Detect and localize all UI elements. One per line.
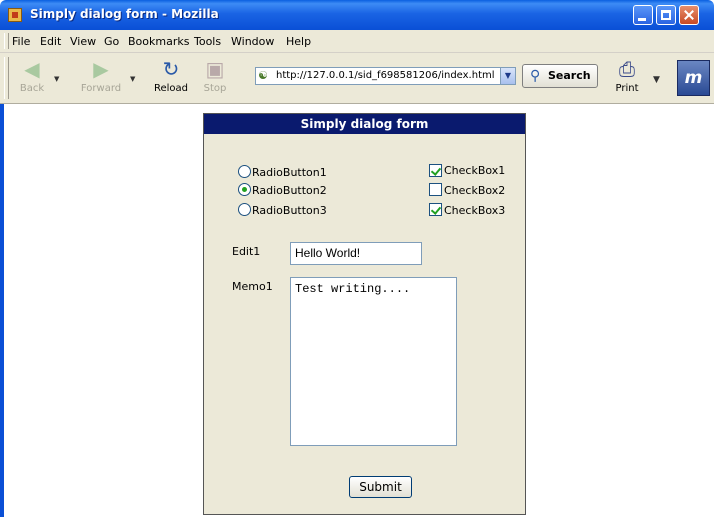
forward-dropdown-icon[interactable]: ▼ (130, 75, 135, 83)
forward-label: Forward (80, 83, 122, 94)
back-button[interactable]: ◀ Back (12, 55, 52, 101)
radio-label-2: RadioButton2 (252, 184, 327, 197)
stop-button[interactable]: ▣ Stop (198, 55, 232, 101)
toolbar-grip[interactable] (4, 57, 9, 99)
checkbox-1[interactable] (429, 164, 442, 177)
menu-tools[interactable]: Tools (194, 35, 221, 48)
stop-label: Stop (203, 83, 227, 94)
site-icon: ☯ (258, 69, 268, 82)
radio-button-1[interactable] (238, 165, 251, 178)
print-label: Print (615, 83, 639, 94)
print-dropdown-icon[interactable]: ▼ (653, 75, 660, 85)
checkbox-label-3: CheckBox3 (444, 204, 506, 217)
window-title: Simply dialog form - Mozilla (30, 7, 219, 21)
menu-file[interactable]: File (12, 35, 30, 48)
radio-button-2[interactable] (238, 183, 251, 196)
reload-button[interactable]: ↻ Reload (150, 55, 192, 101)
radio-label-3: RadioButton3 (252, 204, 327, 217)
dialog-form: Simply dialog form RadioButton1 RadioBut… (203, 113, 526, 515)
menu-grip[interactable] (4, 33, 9, 49)
url-dropdown-icon[interactable]: ▼ (500, 67, 516, 85)
search-button[interactable]: ⚲ Search (522, 64, 598, 88)
menu-edit[interactable]: Edit (40, 35, 61, 48)
checkbox-label-2: CheckBox2 (444, 184, 506, 197)
search-label: Search (548, 69, 591, 82)
menu-bookmarks[interactable]: Bookmarks (128, 35, 189, 48)
menu-help[interactable]: Help (286, 35, 311, 48)
window-left-border (0, 104, 4, 517)
navigation-toolbar: ◀ Back ▼ ▶ Forward ▼ ↻ Reload ▣ Stop ☯ h… (0, 53, 714, 104)
back-dropdown-icon[interactable]: ▼ (54, 75, 59, 83)
app-icon (8, 8, 22, 22)
maximize-button[interactable] (656, 5, 676, 25)
close-button[interactable] (679, 5, 699, 25)
edit1-label: Edit1 (232, 245, 261, 258)
search-icon: ⚲ (530, 68, 541, 84)
radio-button-3[interactable] (238, 203, 251, 216)
edit1-input[interactable]: Hello World! (290, 242, 422, 265)
back-label: Back (19, 83, 45, 94)
url-text: http://127.0.0.1/sid_f698581206/index.ht… (276, 70, 495, 81)
checkbox-3[interactable] (429, 203, 442, 216)
reload-label: Reload (153, 83, 189, 94)
print-button[interactable]: ⎙ Print (612, 55, 642, 101)
menu-window[interactable]: Window (231, 35, 274, 48)
forward-button[interactable]: ▶ Forward (74, 55, 128, 101)
form-title: Simply dialog form (204, 114, 525, 134)
printer-icon: ⎙ (619, 57, 635, 81)
forward-arrow-icon: ▶ (93, 57, 109, 81)
submit-button[interactable]: Submit (349, 476, 412, 498)
menu-go[interactable]: Go (104, 35, 119, 48)
checkbox-label-1: CheckBox1 (444, 164, 506, 177)
back-arrow-icon: ◀ (24, 57, 40, 81)
stop-icon: ▣ (205, 57, 225, 81)
reload-icon: ↻ (162, 57, 180, 81)
url-input[interactable]: ☯ http://127.0.0.1/sid_f698581206/index.… (255, 67, 515, 85)
browser-logo-icon[interactable]: m (677, 60, 710, 96)
memo1-textarea[interactable]: Test writing.... (290, 277, 457, 446)
menu-bar: File Edit View Go Bookmarks Tools Window… (0, 30, 714, 53)
radio-label-1: RadioButton1 (252, 166, 327, 179)
memo1-label: Memo1 (232, 280, 273, 293)
menu-view[interactable]: View (70, 35, 96, 48)
minimize-button[interactable] (633, 5, 653, 25)
title-bar[interactable]: Simply dialog form - Mozilla (0, 0, 714, 30)
checkbox-2[interactable] (429, 183, 442, 196)
